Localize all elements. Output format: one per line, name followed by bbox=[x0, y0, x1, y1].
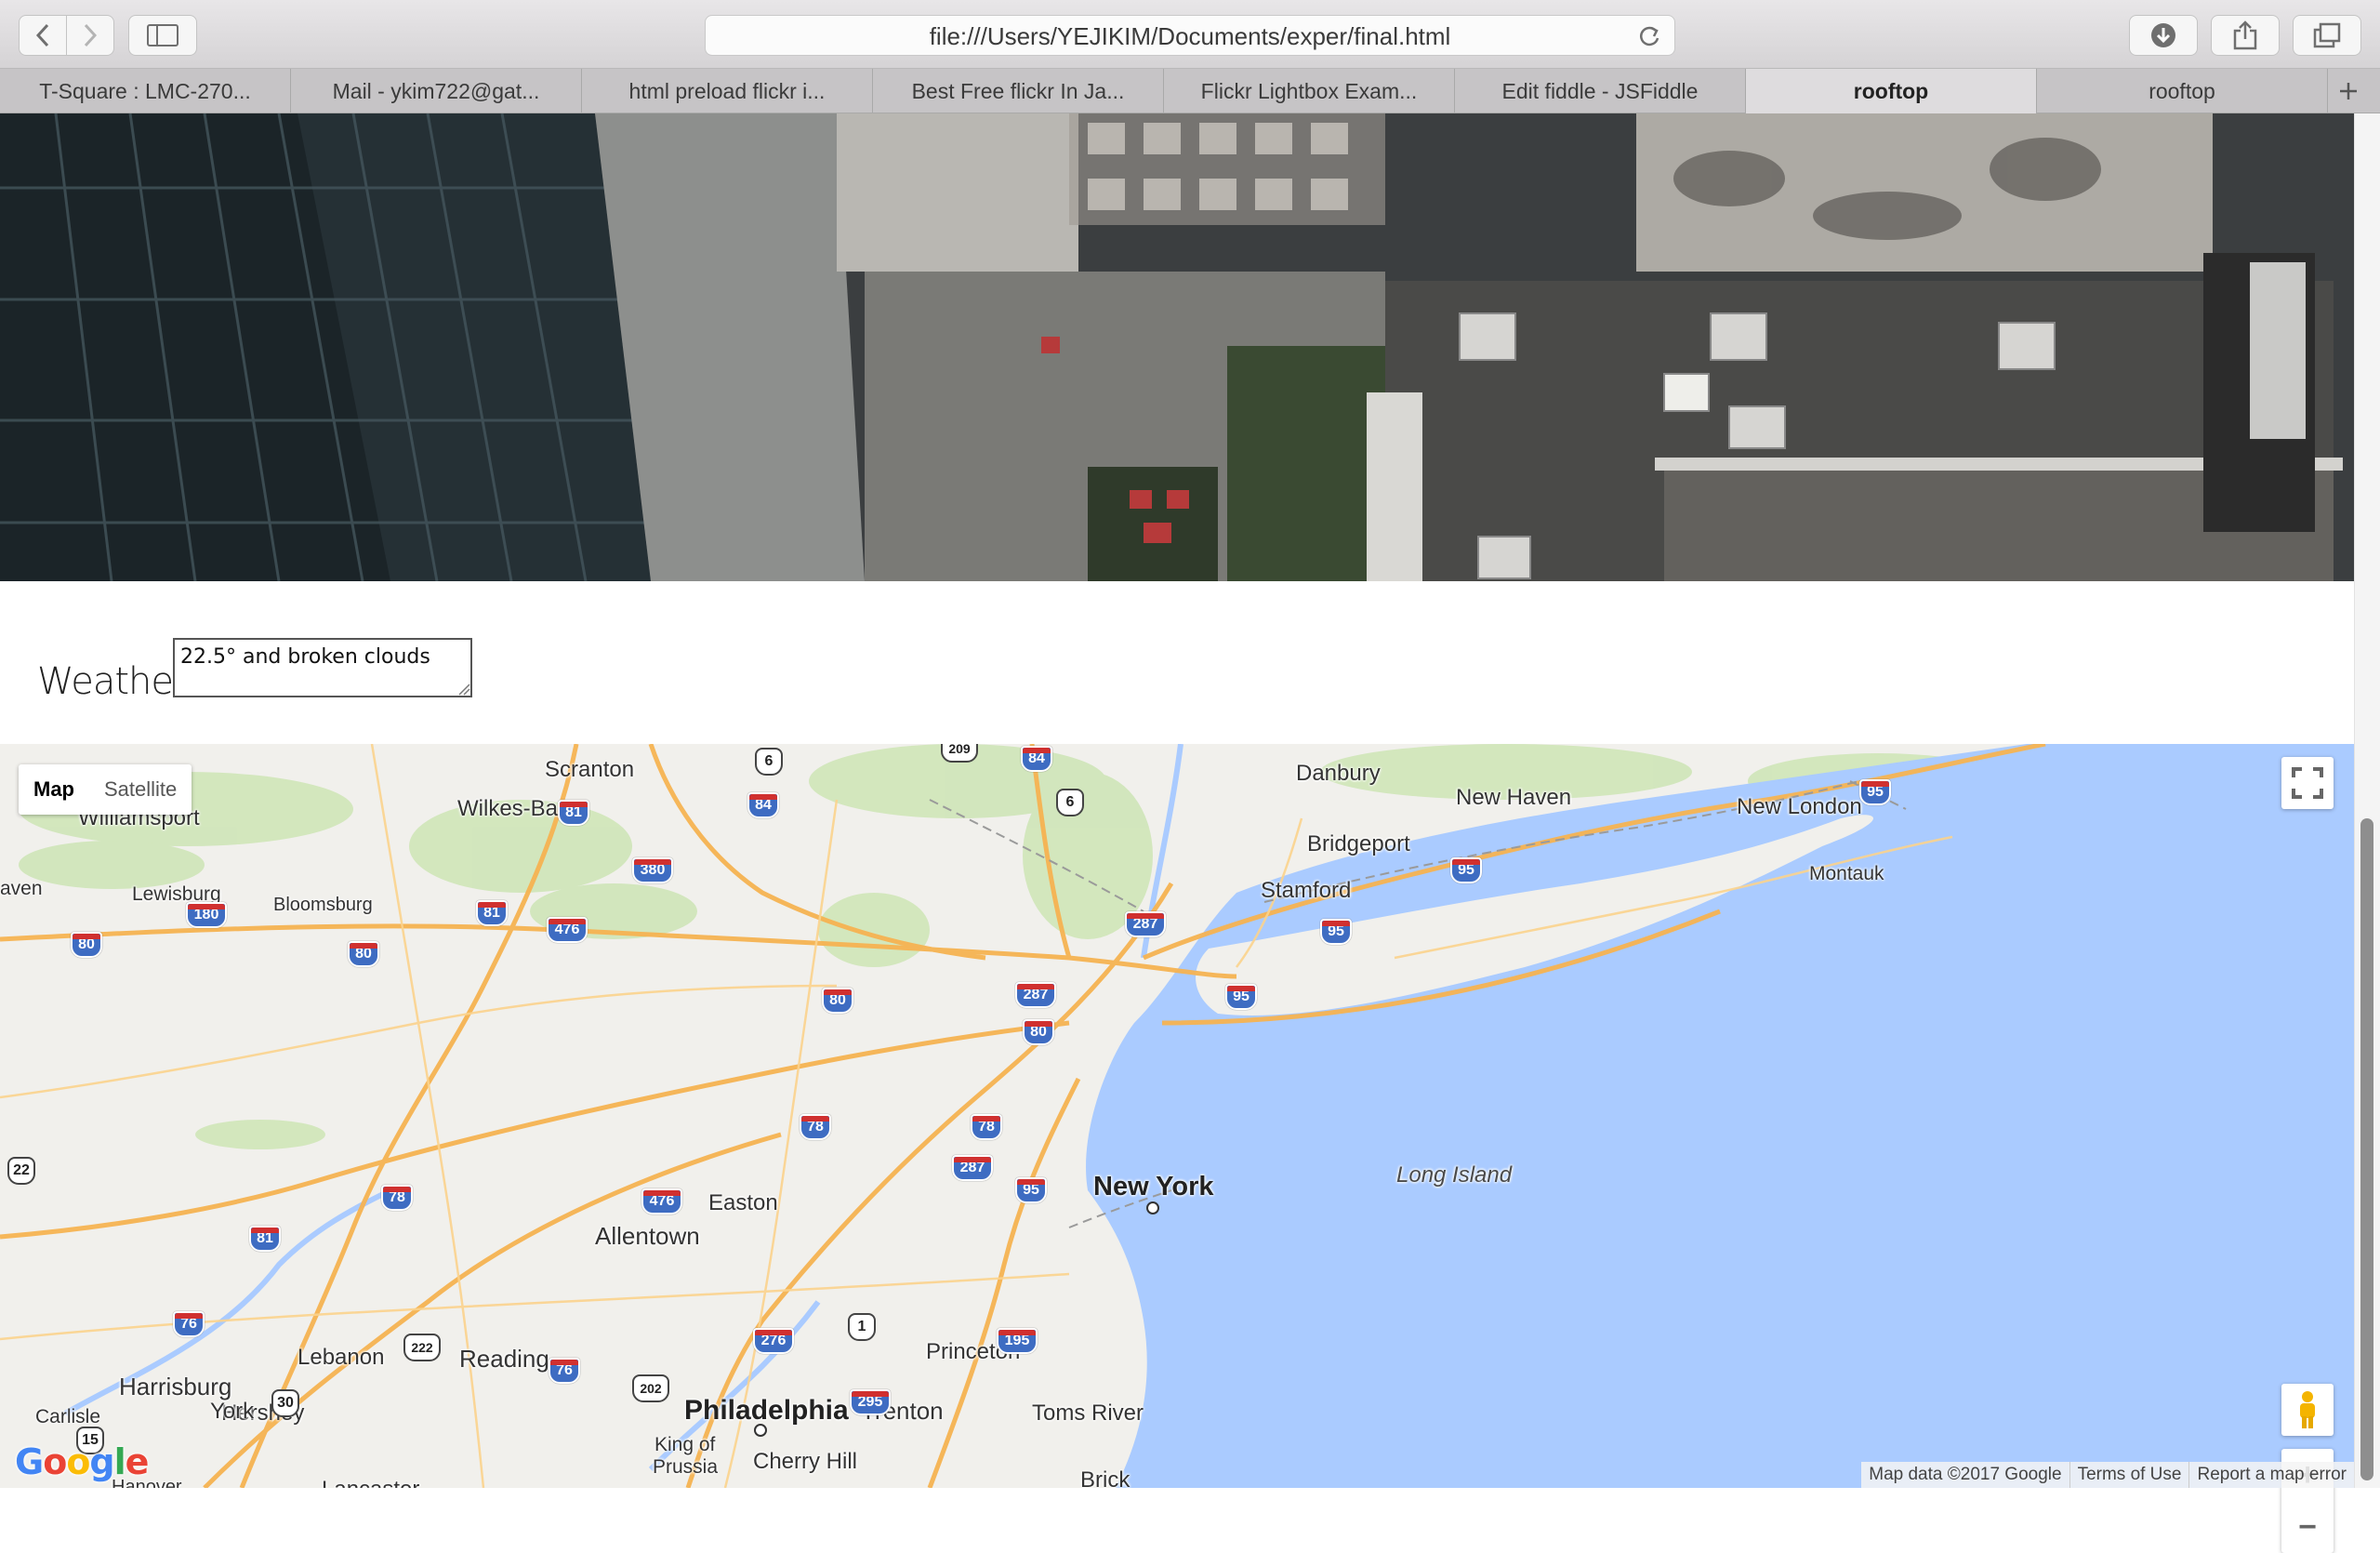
back-button[interactable] bbox=[19, 15, 67, 56]
interstate-shield: 78 bbox=[800, 1114, 831, 1140]
city-label: Toms River bbox=[1032, 1400, 1144, 1426]
terms-of-use-link[interactable]: Terms of Use bbox=[2069, 1462, 2189, 1488]
interstate-shield: 476 bbox=[547, 917, 588, 943]
browser-toolbar: file:///Users/YEJIKIM/Documents/exper/fi… bbox=[0, 0, 2380, 69]
us-route-shield: 1 bbox=[848, 1313, 876, 1341]
tab-flickr-lightbox[interactable]: Flickr Lightbox Exam... bbox=[1164, 69, 1455, 113]
interstate-shield: 276 bbox=[753, 1328, 794, 1354]
interstate-shield: 380 bbox=[632, 857, 673, 883]
sidebar-toggle-button[interactable] bbox=[128, 15, 197, 56]
tab-tsquare[interactable]: T-Square : LMC-270... bbox=[0, 69, 291, 113]
tab-html-preload[interactable]: html preload flickr i... bbox=[582, 69, 873, 113]
interstate-shield: 81 bbox=[558, 800, 589, 826]
us-route-shield: 22 bbox=[7, 1157, 35, 1185]
interstate-shield: 80 bbox=[348, 941, 379, 967]
interstate-shield: 80 bbox=[71, 932, 102, 958]
forward-button[interactable] bbox=[66, 15, 114, 56]
interstate-shield: 76 bbox=[549, 1358, 580, 1384]
tab-mail[interactable]: Mail - ykim722@gat... bbox=[291, 69, 582, 113]
interstate-shield: 80 bbox=[822, 988, 853, 1014]
interstate-shield: 95 bbox=[1225, 984, 1257, 1010]
interstate-shield: 295 bbox=[850, 1389, 891, 1415]
tab-rooftop-active[interactable]: rooftop bbox=[1746, 69, 2037, 113]
share-button[interactable] bbox=[2211, 15, 2280, 56]
interstate-shield: 80 bbox=[1023, 1019, 1054, 1045]
interstate-shield: 287 bbox=[952, 1155, 993, 1181]
us-route-shield: 6 bbox=[755, 748, 783, 776]
tab-strip: T-Square : LMC-270... Mail - ykim722@gat… bbox=[0, 69, 2380, 113]
us-route-shield: 15 bbox=[76, 1427, 104, 1454]
interstate-shield: 78 bbox=[381, 1185, 413, 1211]
zoom-out-button[interactable]: − bbox=[2281, 1501, 2334, 1553]
map-type-control: Map Satellite bbox=[19, 764, 192, 815]
map-attribution: Map data ©2017 Google Terms of Use Repor… bbox=[1861, 1462, 2354, 1488]
us-route-shield: 30 bbox=[271, 1389, 299, 1417]
interstate-shield: 81 bbox=[249, 1226, 281, 1252]
share-icon bbox=[2233, 20, 2257, 50]
interstate-shield: 287 bbox=[1125, 911, 1166, 937]
interstate-shield: 76 bbox=[173, 1311, 205, 1337]
interstate-shield: 180 bbox=[186, 902, 227, 928]
us-route-shield: 222 bbox=[403, 1334, 441, 1361]
tabs-icon bbox=[2313, 22, 2341, 48]
street-view-pegman[interactable] bbox=[2281, 1384, 2334, 1436]
report-map-error-link[interactable]: Report a map error bbox=[2188, 1462, 2354, 1488]
map-type-map-button[interactable]: Map bbox=[19, 764, 89, 815]
download-icon bbox=[2151, 23, 2175, 47]
city-label: Hanover bbox=[112, 1477, 182, 1488]
pegman-icon bbox=[2300, 1391, 2315, 1428]
interstate-shield: 95 bbox=[1450, 857, 1482, 883]
interstate-shield: 95 bbox=[1859, 779, 1891, 805]
plus-icon bbox=[2340, 83, 2357, 100]
chevron-left-icon bbox=[35, 23, 49, 47]
scrollbar-thumb[interactable] bbox=[2360, 818, 2373, 1480]
map-overlay: 81 84 84 380 81 476 180 80 80 80 287 287… bbox=[0, 744, 2354, 1488]
interstate-shield: 84 bbox=[1021, 746, 1052, 772]
city-label: Cherry Hill bbox=[753, 1449, 858, 1474]
us-route-shield: 6 bbox=[1056, 789, 1084, 816]
new-tab-button[interactable] bbox=[2328, 69, 2369, 113]
map-data-credit: Map data ©2017 Google bbox=[1869, 1465, 2062, 1484]
sidebar-icon bbox=[147, 24, 178, 46]
map-type-satellite-button[interactable]: Satellite bbox=[89, 764, 192, 815]
us-route-shield: 209 bbox=[941, 744, 978, 763]
interstate-shield: 95 bbox=[1015, 1177, 1047, 1203]
interstate-shield: 78 bbox=[971, 1114, 1002, 1140]
fullscreen-icon bbox=[2292, 767, 2323, 799]
reload-icon[interactable] bbox=[1637, 24, 1661, 48]
downloads-button[interactable] bbox=[2129, 15, 2198, 56]
tab-best-free-flickr[interactable]: Best Free flickr In Ja... bbox=[873, 69, 1164, 113]
resize-grip-icon[interactable] bbox=[457, 683, 470, 696]
interstate-shield: 84 bbox=[747, 792, 779, 818]
fullscreen-button[interactable] bbox=[2281, 757, 2334, 809]
city-label: York bbox=[210, 1399, 255, 1424]
city-label: Philadelphia bbox=[684, 1395, 849, 1426]
url-text: file:///Users/YEJIKIM/Documents/exper/fi… bbox=[929, 22, 1451, 50]
interstate-shield: 195 bbox=[997, 1328, 1038, 1354]
interstate-shield: 476 bbox=[641, 1188, 682, 1215]
chevron-right-icon bbox=[84, 23, 98, 47]
address-bar[interactable]: file:///Users/YEJIKIM/Documents/exper/fi… bbox=[705, 15, 1675, 56]
weather-textarea[interactable] bbox=[173, 638, 472, 697]
interstate-shield: 287 bbox=[1015, 982, 1056, 1008]
rooftop-photo bbox=[0, 113, 2354, 581]
interstate-shield: 95 bbox=[1320, 919, 1352, 945]
us-route-shield: 202 bbox=[632, 1374, 669, 1402]
tab-jsfiddle[interactable]: Edit fiddle - JSFiddle bbox=[1455, 69, 1746, 113]
tab-rooftop[interactable]: rooftop bbox=[2037, 69, 2328, 113]
tab-overview-button[interactable] bbox=[2293, 15, 2361, 56]
city-label: aven bbox=[0, 878, 43, 899]
interstate-shield: 81 bbox=[476, 900, 508, 926]
